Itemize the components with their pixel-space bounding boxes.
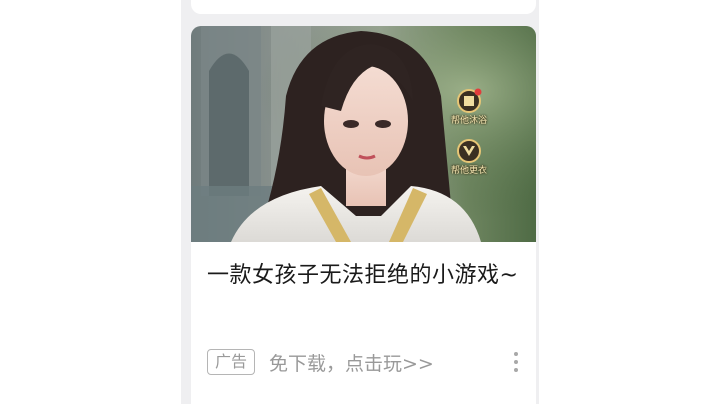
outfit-button-label: 帮他更衣 [450,166,487,176]
ad-image[interactable]: 帮他沐浴 帮他更衣 [191,26,536,242]
ad-badge: 广告 [207,349,256,375]
bath-icon [457,88,482,113]
bath-button[interactable]: 帮他沐浴 [444,88,494,126]
outfit-icon [457,139,481,163]
previous-feed-card[interactable] [191,0,536,14]
ad-illustration [191,26,536,242]
play-link[interactable]: 免下载，点击玩>> [269,349,434,376]
app-screen: 帮他沐浴 帮他更衣 一款女孩子无法拒绝的小游戏~ 广告 免下载，点击玩>> [0,0,720,404]
ad-meta-row: 广告 免下载，点击玩>> [207,346,525,378]
more-dot [514,352,518,356]
more-dot [514,368,518,372]
bath-button-label: 帮他沐浴 [450,116,487,126]
ad-card[interactable]: 帮他沐浴 帮他更衣 一款女孩子无法拒绝的小游戏~ 广告 免下载，点击玩>> [191,26,536,404]
ad-title[interactable]: 一款女孩子无法拒绝的小游戏~ [207,259,525,293]
more-dot [514,360,518,364]
more-vertical-icon[interactable] [509,349,523,375]
outfit-button[interactable]: 帮他更衣 [444,138,494,176]
